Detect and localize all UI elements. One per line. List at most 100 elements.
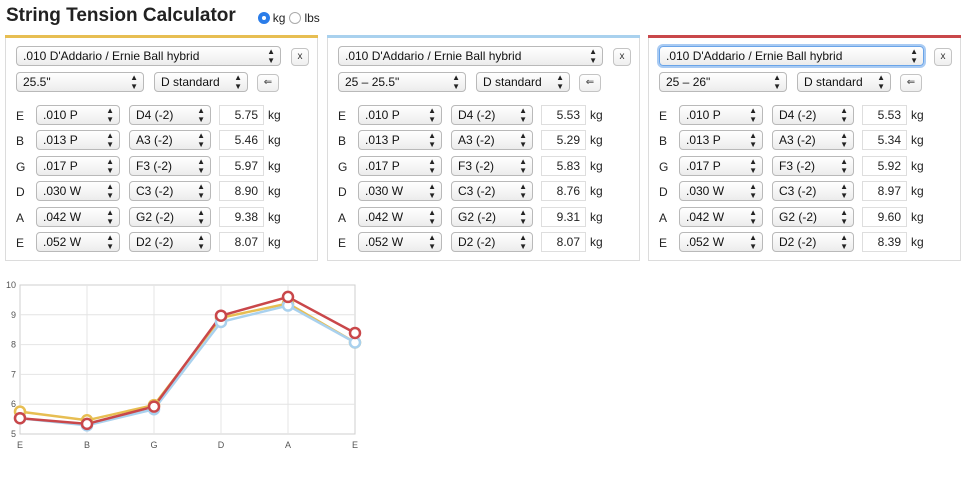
pitch-value: A3 (-2): [458, 133, 495, 148]
select-arrow-icon: ▲ ▼: [910, 47, 918, 65]
chart-point-series-3: [348, 326, 362, 340]
select-arrow-icon: ▲ ▼: [197, 207, 205, 226]
tension-unit: kg: [590, 108, 603, 122]
unit-kg-radio[interactable]: [257, 11, 270, 24]
pitch-select[interactable]: A3 (-2) ▲ ▼: [772, 130, 854, 151]
string-row: E .052 W ▲ ▼ D2 (-2) ▲ ▼ 8.07 kg: [328, 232, 639, 254]
pitch-select[interactable]: G2 (-2) ▲ ▼: [772, 206, 854, 227]
chart-x-tick-label: G: [150, 440, 157, 450]
select-arrow-icon: ▲ ▼: [556, 73, 564, 91]
string-note-label: G: [338, 159, 348, 174]
tension-unit: kg: [590, 209, 603, 224]
tension-value: 8.39: [862, 232, 907, 252]
string-set-select[interactable]: .010 D'Addario / Ernie Ball hybrid ▲ ▼: [659, 46, 924, 66]
string-set-select[interactable]: .010 D'Addario / Ernie Ball hybrid ▲ ▼: [338, 46, 603, 66]
string-note-label: B: [16, 134, 25, 149]
tuning-value: D standard: [161, 75, 220, 89]
scale-length-select[interactable]: 25 – 25.5" ▲ ▼: [338, 72, 466, 92]
gauge-select[interactable]: .017 P ▲ ▼: [679, 155, 763, 176]
unit-lbs-label[interactable]: lbs: [304, 11, 319, 25]
pitch-select[interactable]: A3 (-2) ▲ ▼: [451, 130, 533, 151]
unit-kg-label[interactable]: kg: [273, 11, 286, 25]
string-note-label: B: [338, 134, 347, 149]
chart-y-tick-label: 8: [11, 340, 16, 350]
pitch-select[interactable]: C3 (-2) ▲ ▼: [451, 181, 533, 202]
panel-accent-bar: [5, 35, 318, 38]
unit-toggle: kg lbs: [257, 11, 324, 25]
tension-value: 5.97: [219, 155, 264, 176]
tension-unit: kg: [911, 108, 924, 122]
pitch-select[interactable]: D2 (-2) ▲ ▼: [772, 232, 854, 252]
tuning-select[interactable]: D standard ▲ ▼: [476, 72, 570, 92]
gauge-value: .017 P: [43, 158, 78, 173]
pitch-select[interactable]: G2 (-2) ▲ ▼: [129, 206, 211, 227]
select-arrow-icon: ▲ ▼: [589, 47, 597, 65]
pitch-value: G2 (-2): [136, 209, 175, 224]
gauge-select[interactable]: .017 P ▲ ▼: [358, 155, 442, 176]
select-arrow-icon: ▲ ▼: [749, 131, 757, 150]
string-row: A .042 W ▲ ▼ G2 (-2) ▲ ▼ 9.31 kg: [328, 206, 639, 229]
gauge-select[interactable]: .042 W ▲ ▼: [679, 206, 763, 227]
gauge-select[interactable]: .013 P ▲ ▼: [679, 130, 763, 151]
tension-unit: kg: [268, 184, 281, 199]
gauge-select[interactable]: .013 P ▲ ▼: [36, 130, 120, 151]
gauge-select[interactable]: .030 W ▲ ▼: [358, 181, 442, 202]
pitch-select[interactable]: G2 (-2) ▲ ▼: [451, 206, 533, 227]
tension-unit: kg: [911, 209, 924, 224]
pitch-value: D4 (-2): [779, 108, 817, 122]
scale-length-select[interactable]: 25.5" ▲ ▼: [16, 72, 144, 92]
gauge-select[interactable]: .010 P ▲ ▼: [358, 105, 442, 125]
tension-unit: kg: [268, 108, 281, 122]
gauge-select[interactable]: .017 P ▲ ▼: [36, 155, 120, 176]
remove-panel-button[interactable]: x: [613, 48, 631, 66]
reverse-button[interactable]: ⇐: [579, 74, 601, 92]
select-arrow-icon: ▲ ▼: [106, 131, 114, 150]
select-arrow-icon: ▲ ▼: [428, 207, 436, 226]
pitch-select[interactable]: A3 (-2) ▲ ▼: [129, 130, 211, 151]
gauge-select[interactable]: .030 W ▲ ▼: [679, 181, 763, 202]
gauge-select[interactable]: .052 W ▲ ▼: [679, 232, 763, 252]
pitch-select[interactable]: D2 (-2) ▲ ▼: [451, 232, 533, 252]
string-set-select[interactable]: .010 D'Addario / Ernie Ball hybrid ▲ ▼: [16, 46, 281, 66]
string-note-label: G: [659, 159, 669, 174]
tuning-select[interactable]: D standard ▲ ▼: [797, 72, 891, 92]
gauge-select[interactable]: .030 W ▲ ▼: [36, 181, 120, 202]
reverse-button[interactable]: ⇐: [257, 74, 279, 92]
select-arrow-icon: ▲ ▼: [197, 156, 205, 175]
tension-value: 8.97: [862, 181, 907, 202]
gauge-select[interactable]: .052 W ▲ ▼: [358, 232, 442, 252]
gauge-select[interactable]: .052 W ▲ ▼: [36, 232, 120, 252]
pitch-select[interactable]: D4 (-2) ▲ ▼: [772, 105, 854, 125]
gauge-select[interactable]: .013 P ▲ ▼: [358, 130, 442, 151]
unit-lbs-radio[interactable]: [289, 11, 302, 24]
remove-panel-button[interactable]: x: [291, 48, 309, 66]
scale-length-select[interactable]: 25 – 26" ▲ ▼: [659, 72, 787, 92]
tension-value: 5.53: [862, 105, 907, 125]
string-note-label: A: [338, 210, 347, 225]
gauge-select[interactable]: .042 W ▲ ▼: [36, 206, 120, 227]
reverse-button[interactable]: ⇐: [900, 74, 922, 92]
select-arrow-icon: ▲ ▼: [106, 156, 114, 175]
pitch-select[interactable]: C3 (-2) ▲ ▼: [129, 181, 211, 202]
remove-panel-button[interactable]: x: [934, 48, 952, 66]
pitch-select[interactable]: F3 (-2) ▲ ▼: [451, 155, 533, 176]
pitch-select[interactable]: D2 (-2) ▲ ▼: [129, 232, 211, 252]
string-row: D .030 W ▲ ▼ C3 (-2) ▲ ▼ 8.90 kg: [6, 181, 317, 203]
pitch-select[interactable]: F3 (-2) ▲ ▼: [129, 155, 211, 176]
pitch-select[interactable]: F3 (-2) ▲ ▼: [772, 155, 854, 176]
gauge-select[interactable]: .042 W ▲ ▼: [358, 206, 442, 227]
gauge-value: .010 P: [686, 108, 721, 122]
gauge-select[interactable]: .010 P ▲ ▼: [679, 105, 763, 125]
chart-x-tick-label: A: [285, 440, 291, 450]
pitch-select[interactable]: C3 (-2) ▲ ▼: [772, 181, 854, 202]
scale-length-value: 25 – 26": [666, 75, 711, 89]
select-arrow-icon: ▲ ▼: [106, 233, 114, 251]
pitch-select[interactable]: D4 (-2) ▲ ▼: [451, 105, 533, 125]
tension-value: 5.34: [862, 130, 907, 151]
gauge-value: .052 W: [43, 235, 82, 249]
tuning-select[interactable]: D standard ▲ ▼: [154, 72, 248, 92]
select-arrow-icon: ▲ ▼: [197, 233, 205, 251]
gauge-select[interactable]: .010 P ▲ ▼: [36, 105, 120, 125]
pitch-value: D2 (-2): [458, 235, 496, 249]
pitch-select[interactable]: D4 (-2) ▲ ▼: [129, 105, 211, 125]
